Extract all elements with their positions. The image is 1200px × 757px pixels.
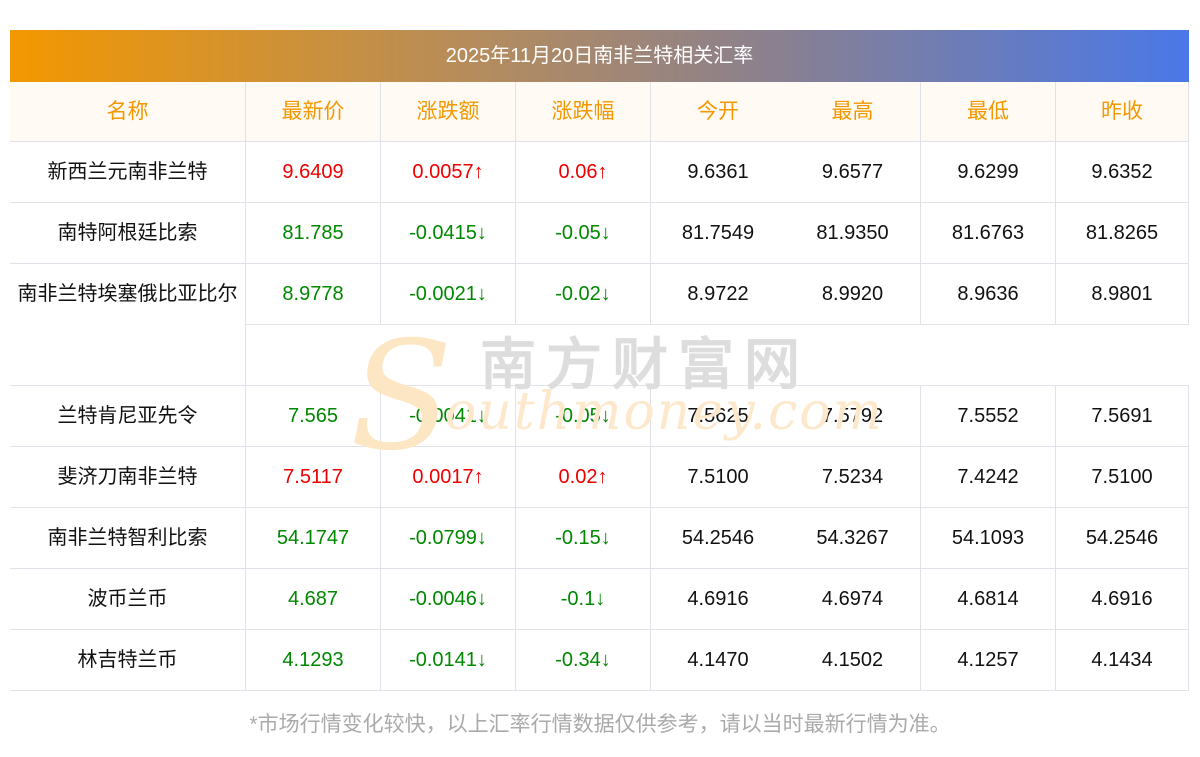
prev-close: 54.2546: [1055, 508, 1189, 569]
latest-price: 7.565: [245, 386, 380, 447]
change-percent: -0.05↓: [515, 203, 650, 264]
latest-price: 4.687: [245, 569, 380, 630]
low: 54.1093: [920, 508, 1055, 569]
prev-close: 4.1434: [1055, 630, 1189, 691]
low: 9.6299: [920, 142, 1055, 203]
prev-close: 9.6352: [1055, 142, 1189, 203]
change-percent: -0.02↓: [515, 264, 650, 325]
currency-pair-name: 南非兰特埃塞俄比亚比尔: [10, 264, 245, 386]
open: 54.2546: [650, 508, 785, 569]
table-title: 2025年11月20日南非兰特相关汇率: [10, 30, 1189, 82]
low: 7.5552: [920, 386, 1055, 447]
footer-disclaimer: *市场行情变化较快，以上汇率行情数据仅供参考，请以当时最新行情为准。: [249, 713, 951, 736]
open: 4.6916: [650, 569, 785, 630]
low: 4.1257: [920, 630, 1055, 691]
currency-pair-name: 南特阿根廷比索: [10, 203, 245, 264]
latest-price: 54.1747: [245, 508, 380, 569]
currency-pair-name: 新西兰元南非兰特: [10, 142, 245, 203]
high: 8.9920: [785, 264, 920, 325]
change-amount: -0.0021↓: [380, 264, 515, 325]
high: 54.3267: [785, 508, 920, 569]
change-percent: -0.05↓: [515, 386, 650, 447]
currency-pair-name: 波币兰币: [10, 569, 245, 630]
low: 81.6763: [920, 203, 1055, 264]
change-amount: 0.0057↑: [380, 142, 515, 203]
column-header: 今开: [650, 82, 785, 142]
latest-price: 8.9778: [245, 264, 380, 325]
currency-pair-name: 南非兰特智利比索: [10, 508, 245, 569]
high: 81.9350: [785, 203, 920, 264]
change-amount: -0.0041↓: [380, 386, 515, 447]
prev-close: 4.6916: [1055, 569, 1189, 630]
row-continuation: [245, 325, 1189, 386]
prev-close: 7.5100: [1055, 447, 1189, 508]
column-header: 名称: [10, 82, 245, 142]
open: 7.5100: [650, 447, 785, 508]
high: 7.5234: [785, 447, 920, 508]
change-percent: -0.34↓: [515, 630, 650, 691]
high: 7.5792: [785, 386, 920, 447]
high: 4.1502: [785, 630, 920, 691]
change-percent: -0.1↓: [515, 569, 650, 630]
column-header: 涨跌额: [380, 82, 515, 142]
change-percent: -0.15↓: [515, 508, 650, 569]
high: 4.6974: [785, 569, 920, 630]
currency-pair-name: 林吉特兰币: [10, 630, 245, 691]
column-header: 昨收: [1055, 82, 1189, 142]
change-amount: -0.0799↓: [380, 508, 515, 569]
open: 9.6361: [650, 142, 785, 203]
column-header: 最高: [785, 82, 920, 142]
open: 7.5625: [650, 386, 785, 447]
latest-price: 9.6409: [245, 142, 380, 203]
low: 4.6814: [920, 569, 1055, 630]
prev-close: 7.5691: [1055, 386, 1189, 447]
prev-close: 81.8265: [1055, 203, 1189, 264]
change-amount: -0.0415↓: [380, 203, 515, 264]
latest-price: 4.1293: [245, 630, 380, 691]
low: 7.4242: [920, 447, 1055, 508]
change-amount: -0.0046↓: [380, 569, 515, 630]
change-percent: 0.06↑: [515, 142, 650, 203]
open: 81.7549: [650, 203, 785, 264]
change-percent: 0.02↑: [515, 447, 650, 508]
column-header: 最新价: [245, 82, 380, 142]
latest-price: 81.785: [245, 203, 380, 264]
open: 4.1470: [650, 630, 785, 691]
change-amount: -0.0141↓: [380, 630, 515, 691]
high: 9.6577: [785, 142, 920, 203]
column-header: 最低: [920, 82, 1055, 142]
column-header: 涨跌幅: [515, 82, 650, 142]
latest-price: 7.5117: [245, 447, 380, 508]
change-amount: 0.0017↑: [380, 447, 515, 508]
prev-close: 8.9801: [1055, 264, 1189, 325]
currency-pair-name: 兰特肯尼亚先令: [10, 386, 245, 447]
currency-pair-name: 斐济刀南非兰特: [10, 447, 245, 508]
open: 8.9722: [650, 264, 785, 325]
low: 8.9636: [920, 264, 1055, 325]
